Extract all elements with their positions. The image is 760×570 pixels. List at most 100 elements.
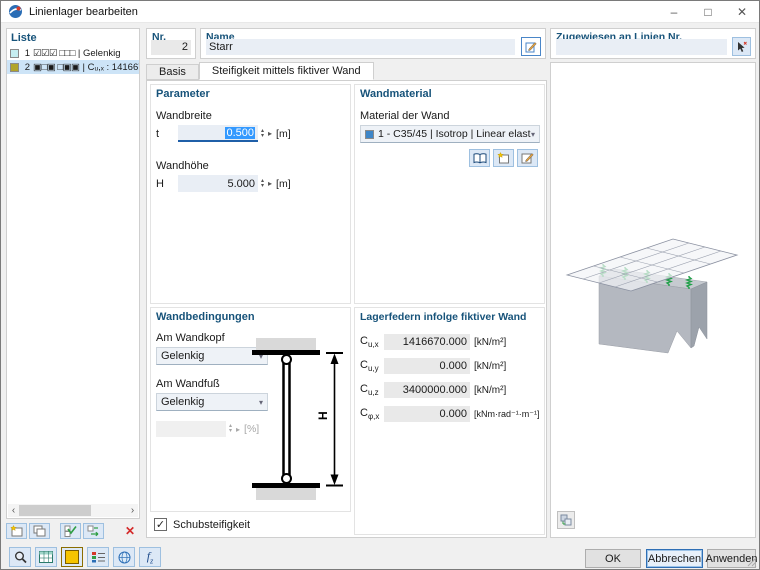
wandbreite-label: Wandbreite — [156, 110, 212, 122]
titlebar: Linienlager bearbeiten – □ ✕ — [1, 1, 759, 23]
material-color-swatch — [365, 129, 374, 139]
new-item-button[interactable] — [6, 522, 27, 539]
copy-item-button[interactable] — [29, 522, 50, 539]
units-globe-button[interactable] — [113, 547, 135, 567]
list-item-number: 1 — [24, 47, 30, 59]
parameter-group: Parameter Wandbreite t 0.500 ▴ ▾ ▸ [m] Wa… — [150, 84, 351, 304]
select-all-icon — [64, 525, 77, 537]
wandmaterial-title: Wandmaterial — [360, 88, 432, 100]
resize-grip[interactable] — [747, 557, 757, 567]
wandkopf-value: Gelenkig — [161, 350, 205, 362]
assigned-fieldbox: Zugewiesen an Linien Nr. — [550, 28, 756, 59]
scrollbar-thumb[interactable] — [19, 505, 91, 516]
units-settings-button[interactable] — [35, 547, 57, 567]
wandbedingungen-group: Wandbedingungen Am Wandkopf Gelenkig ▾ A… — [150, 307, 351, 512]
list-item-selected[interactable]: 2 ▣□▣ □▣▣ | Cᵤ,ₓ : 1416670.000 k — [7, 60, 139, 74]
cphix-symbol: Cφ,x — [360, 406, 380, 422]
maximize-button[interactable]: □ — [691, 1, 725, 22]
cux-unit: [kN/m²] — [474, 336, 507, 348]
wandkopf-label: Am Wandkopf — [156, 332, 225, 344]
delete-item-button[interactable]: ✕ — [120, 523, 140, 539]
close-button[interactable]: ✕ — [725, 1, 759, 22]
material-dropdown[interactable]: 1 - C35/45 | Isotrop | Linear elastisch … — [360, 125, 540, 143]
assigned-lines-input[interactable] — [556, 39, 727, 55]
color-swatch — [65, 550, 79, 564]
wall-height-spinner[interactable]: 5.000 ▴ ▾ ▸ [m] — [178, 175, 291, 192]
comment-button[interactable] — [9, 547, 31, 567]
cux-symbol: Cu,x — [360, 334, 379, 350]
schubsteifigkeit-checkbox[interactable]: ✓ — [154, 518, 167, 531]
color-swatch — [10, 62, 19, 72]
schubsteifigkeit-row: ✓ Schubsteifigkeit — [154, 518, 250, 531]
scroll-left-icon[interactable]: ‹ — [8, 504, 19, 517]
edit-material-button[interactable] — [517, 149, 538, 167]
parameter-title: Parameter — [156, 88, 210, 100]
lagerfedern-title: Lagerfedern infolge fiktiver Wand — [360, 311, 527, 323]
detail-arrow-icon[interactable]: ▸ — [268, 129, 272, 138]
wandbedingungen-title: Wandbedingungen — [156, 311, 255, 323]
spring-row: Cu,x 1416670.000 [kN/m²] — [360, 334, 506, 350]
view-reset-button[interactable] — [557, 511, 575, 529]
cuy-unit: [kN/m²] — [474, 360, 507, 372]
ok-button[interactable]: OK — [585, 549, 641, 568]
support-pattern: ☑☑☑ □□□ — [33, 47, 75, 59]
spinner-arrows-icon[interactable]: ▴ ▾ — [261, 178, 264, 189]
spinner-arrows-icon: ▴ ▾ — [229, 423, 233, 434]
name-input[interactable]: Starr — [206, 39, 515, 55]
schubsteifigkeit-label: Schubsteifigkeit — [173, 518, 251, 531]
invert-selection-button[interactable] — [83, 522, 104, 539]
wall-3d-preview — [565, 238, 739, 354]
formula-button[interactable]: fz — [139, 547, 161, 567]
app-icon — [9, 5, 22, 18]
list-header: Liste — [11, 32, 37, 44]
lagerfedern-group: Lagerfedern infolge fiktiver Wand Cu,x 1… — [354, 307, 545, 535]
tab-steifigkeit[interactable]: Steifigkeit mittels fiktiver Wand — [198, 62, 374, 80]
cux-value: 1416670.000 — [384, 334, 470, 350]
nr-fieldbox: Nr. 2 — [146, 28, 196, 59]
spinner-arrows-icon[interactable]: ▴ ▾ — [261, 128, 264, 139]
color-swatch-button[interactable] — [61, 547, 83, 567]
minimize-button[interactable]: – — [657, 1, 691, 22]
percent-input — [156, 421, 226, 437]
h-value: 5.000 — [227, 177, 255, 190]
horizontal-scrollbar[interactable]: ‹ › — [8, 504, 138, 517]
cancel-button[interactable]: Abbrechen — [646, 549, 703, 568]
pick-lines-button[interactable] — [732, 37, 751, 56]
preview-panel[interactable] — [550, 62, 756, 538]
display-properties-button[interactable] — [87, 547, 109, 567]
wall-width-spinner[interactable]: 0.500 ▴ ▾ ▸ [m] — [178, 125, 291, 142]
new-material-button[interactable] — [493, 149, 514, 167]
spring-row: Cu,z 3400000.000 [kN/m²] — [360, 382, 506, 398]
cuz-unit: [kN/m²] — [474, 384, 507, 396]
wandfuss-label: Am Wandfuß — [156, 378, 220, 390]
pick-arrow-icon — [738, 41, 747, 52]
tab-basis[interactable]: Basis — [146, 64, 199, 80]
rename-button[interactable] — [521, 37, 541, 56]
comment-icon — [14, 551, 27, 563]
invert-selection-icon — [87, 525, 99, 536]
library-book-icon — [473, 152, 486, 163]
plate-grid — [565, 238, 739, 292]
cuz-symbol: Cu,z — [360, 382, 379, 398]
material-label: Material der Wand — [360, 110, 450, 122]
globe-icon — [118, 551, 130, 563]
new-item-icon — [10, 524, 23, 536]
edit-material-icon — [521, 153, 534, 164]
material-library-button[interactable] — [469, 149, 490, 167]
pencil-icon — [525, 41, 537, 52]
select-all-button[interactable] — [60, 522, 81, 539]
detail-arrow-icon[interactable]: ▸ — [268, 179, 272, 188]
formula-icon: fz — [146, 548, 154, 566]
nr-value: 2 — [151, 40, 191, 55]
spring-row: Cφ,x 0.000 [kNm·rad⁻¹·m⁻¹] — [360, 406, 540, 422]
cphix-unit: [kNm·rad⁻¹·m⁻¹] — [474, 408, 540, 419]
cphix-value: 0.000 — [384, 406, 470, 422]
detail-arrow-icon: ▸ — [236, 424, 241, 434]
list-item[interactable]: 1 ☑☑☑ □□□ | Gelenkig — [7, 46, 139, 60]
list-item-number: 2 — [24, 61, 30, 73]
view-reset-icon — [560, 514, 572, 526]
h-input[interactable]: 5.000 — [178, 175, 258, 192]
scroll-right-icon[interactable]: › — [127, 504, 138, 517]
list-item-label: | Cᵤ,ₓ : 1416670.000 k — [82, 61, 139, 73]
t-input[interactable]: 0.500 — [178, 125, 258, 142]
